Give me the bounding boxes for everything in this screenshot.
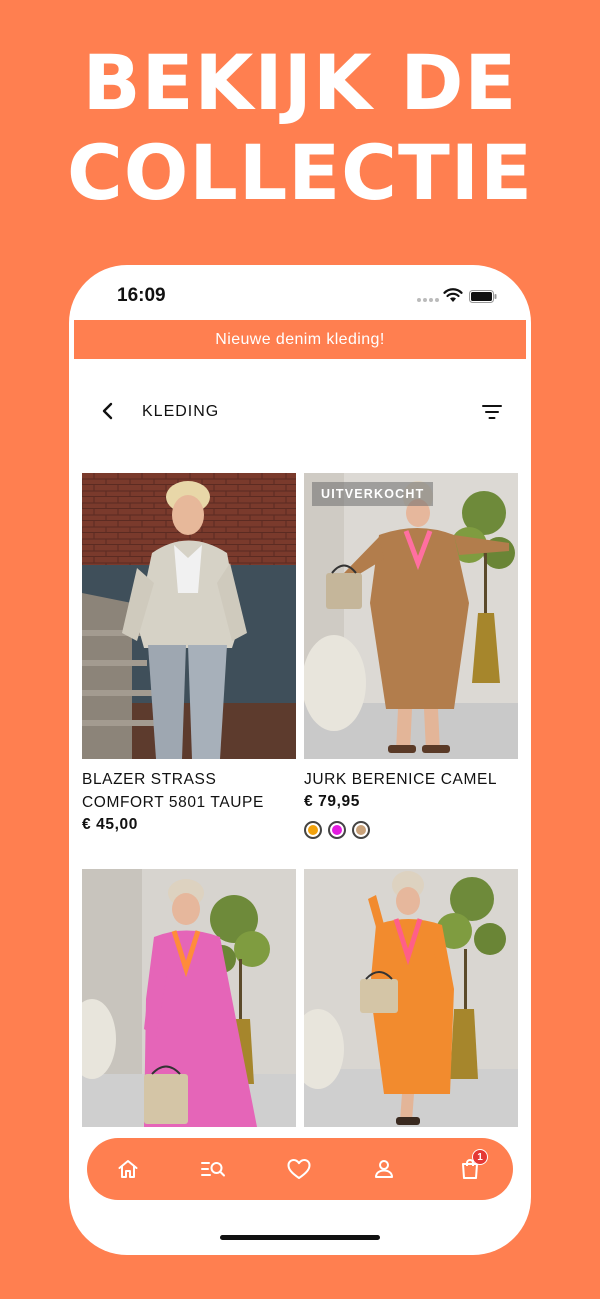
phone-frame: 16:09 Nieuwe denim kleding! KLEDING BLAZ… [69,265,531,1255]
product-card[interactable]: BLAZER STRASS COMFORT 5801 TAUPE € 45,00 [82,473,296,834]
home-icon [118,1160,138,1178]
signal-icon [417,298,439,302]
headline-line-1: BEKIJK DE [82,38,518,127]
search-list-icon [201,1162,225,1177]
bottom-tab-bar: 1 [87,1138,513,1200]
product-card[interactable] [304,869,518,1136]
product-image[interactable] [82,473,296,759]
category-header: KLEDING [69,385,531,441]
status-bar: 16:09 [69,265,531,323]
product-image[interactable]: UITVERKOCHT [304,473,518,759]
color-swatch-camel[interactable] [352,821,370,839]
page-title: KLEDING [142,403,220,420]
home-indicator [220,1235,380,1240]
color-swatch-magenta[interactable] [328,821,346,839]
product-name[interactable]: JURK BERENICE CAMEL [304,768,518,791]
cart-count-badge: 1 [472,1149,488,1165]
wifi-icon [443,288,463,302]
headline-line-2: COLLECTIE [67,128,533,217]
heart-icon [287,1159,311,1179]
product-card[interactable]: UITVERKOCHT JURK BERENICE CAMEL € 79,95 [304,473,518,839]
product-price: € 45,00 [82,816,138,833]
product-card[interactable] [82,869,296,1136]
battery-icon [469,290,497,303]
filter-icon[interactable] [481,403,503,421]
product-name[interactable]: BLAZER STRASS COMFORT 5801 TAUPE [82,768,296,814]
chevron-left-icon[interactable] [99,401,117,421]
tab-favorites[interactable] [284,1154,314,1184]
status-time: 16:09 [117,285,166,306]
color-swatch-orange[interactable] [304,821,322,839]
tab-cart[interactable]: 1 [455,1149,488,1184]
product-image[interactable] [82,869,296,1127]
tab-search[interactable] [198,1154,228,1184]
announcement-bar[interactable]: Nieuwe denim kleding! [74,320,526,359]
product-price: € 79,95 [304,793,360,810]
user-icon [375,1160,393,1178]
promo-headline: BEKIJK DE COLLECTIE [0,38,600,218]
color-swatches [304,821,518,839]
tab-home[interactable] [113,1154,143,1184]
sold-out-badge: UITVERKOCHT [312,482,434,506]
product-image[interactable] [304,869,518,1127]
tab-account[interactable] [369,1154,399,1184]
